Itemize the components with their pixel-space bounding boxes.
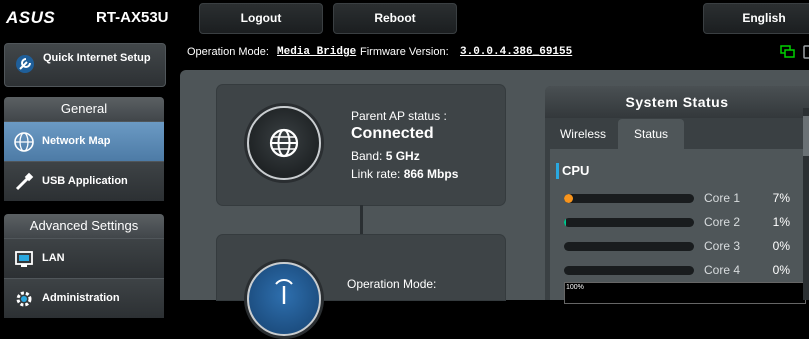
model-name: RT-AX53U (96, 9, 169, 26)
link-rate-info: Link rate: 866 Mbps (351, 167, 458, 181)
cpu-title: CPU (562, 163, 590, 178)
language-button[interactable]: English (703, 3, 809, 34)
wrench-icon (16, 55, 34, 73)
asus-logo: ASUS (6, 8, 56, 27)
gear-icon (16, 291, 32, 307)
general-section-header: General (4, 97, 164, 121)
top-bar: ASUS RT-AX53U Logout Reboot English (0, 0, 809, 36)
cpu-core-percent: 7% (772, 191, 790, 205)
band-label: Band: (351, 149, 383, 163)
network-map-icon (14, 132, 34, 152)
router-icon (247, 262, 321, 336)
cpu-core-percent: 0% (772, 263, 790, 277)
cpu-core-label: Core 1 (704, 191, 741, 205)
connection-status-icon[interactable] (780, 45, 795, 59)
sidebar-item-administration[interactable]: Administration (4, 278, 164, 318)
operation-mode-card[interactable]: Operation Mode: (217, 235, 505, 336)
card-connector-line (360, 205, 363, 235)
reboot-button[interactable]: Reboot (333, 3, 457, 34)
operation-mode-label: Operation Mode: (187, 46, 269, 58)
sidebar-item-label: Network Map (42, 135, 111, 147)
operation-mode-card-label: Operation Mode: (347, 277, 437, 291)
cpu-core-label: Core 2 (704, 215, 741, 229)
cpu-core-label: Core 4 (704, 263, 741, 277)
cpu-core-bar (564, 266, 694, 275)
firmware-version-label: Firmware Version: (360, 46, 449, 58)
sidebar-item-label: USB Application (42, 175, 128, 187)
cpu-core-percent: 0% (772, 239, 790, 253)
graph-max-label: 100% (566, 284, 584, 291)
sidebar-item-lan[interactable]: LAN (4, 238, 164, 278)
cpu-core-percent: 1% (772, 215, 790, 229)
status-tab-content: CPU Core 1 7% Core 2 1% Core 3 0% Core 4 0% 100… (550, 149, 806, 304)
link-rate-label: Link rate: (351, 167, 401, 181)
cpu-core-bar (564, 242, 694, 251)
parent-ap-connection-state: Connected (351, 125, 434, 142)
cpu-usage-graph: 100% (564, 282, 806, 304)
cpu-core-bar (564, 218, 694, 227)
system-status-panel: System Status Wireless Status CPU Core 1… (545, 86, 809, 304)
band-info: Band: 5 GHz (351, 149, 420, 163)
usb-icon (15, 172, 34, 191)
sidebar-item-network-map[interactable]: Network Map (4, 121, 164, 161)
parent-ap-card[interactable]: Parent AP status : Connected Band: 5 GHz… (217, 85, 505, 205)
cpu-accent-bar (556, 163, 559, 179)
globe-icon (247, 106, 321, 180)
logout-button[interactable]: Logout (199, 3, 323, 34)
sidebar-item-label: Administration (42, 292, 120, 304)
usb-status-icon[interactable] (801, 45, 809, 59)
parent-ap-status-label: Parent AP status : (351, 109, 447, 123)
cpu-core-bar (564, 194, 694, 203)
quick-internet-setup-label: Quick Internet Setup (43, 52, 151, 64)
cpu-core-label: Core 3 (704, 239, 741, 253)
scrollbar-thumb[interactable] (803, 116, 809, 156)
advanced-settings-section-header: Advanced Settings (4, 214, 164, 238)
sidebar-item-usb-application[interactable]: USB Application (4, 161, 164, 201)
firmware-version-link[interactable]: 3.0.0.4.386_69155 (460, 46, 572, 58)
operation-mode-link[interactable]: Media Bridge (277, 46, 356, 58)
lan-icon (15, 251, 33, 267)
band-value: 5 GHz (385, 149, 420, 163)
tab-status[interactable]: Status (618, 119, 684, 149)
sidebar-item-label: LAN (42, 252, 65, 264)
status-panel-scrollbar[interactable] (803, 108, 809, 300)
cpu-core-bar-fill (564, 194, 574, 203)
quick-internet-setup-button[interactable]: Quick Internet Setup (4, 43, 166, 87)
tab-wireless[interactable]: Wireless (550, 119, 616, 149)
info-bar: Operation Mode: Media Bridge Firmware Ve… (170, 40, 809, 66)
cpu-core-bar-fill (564, 218, 566, 227)
link-rate-value: 866 Mbps (403, 167, 459, 181)
sidebar: Quick Internet Setup General Network Map… (0, 36, 170, 318)
system-status-title: System Status (545, 86, 809, 118)
